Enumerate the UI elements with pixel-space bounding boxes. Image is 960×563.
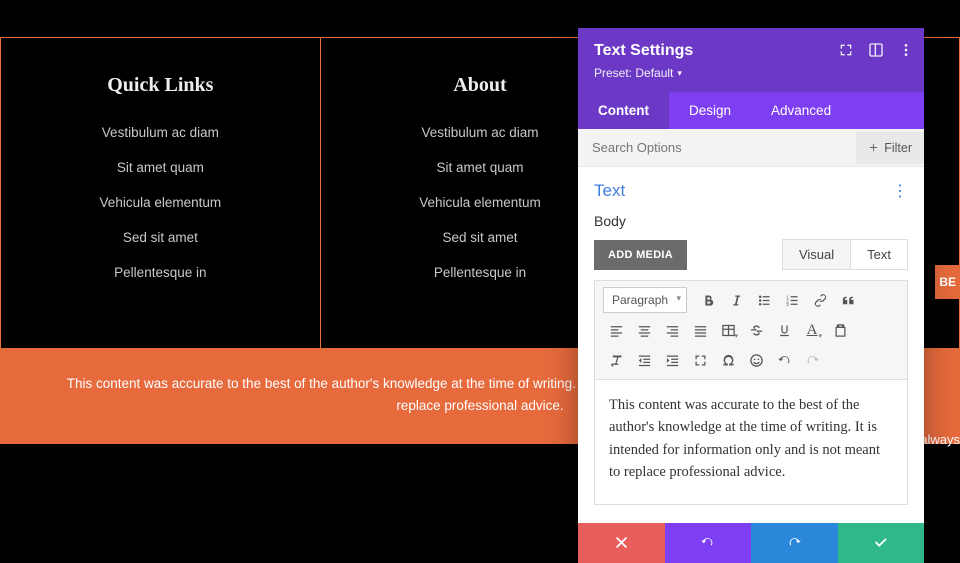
- modal-body: Text ⋮ Body ADD MEDIA Visual Text Paragr…: [578, 167, 924, 523]
- align-justify-icon: [693, 323, 708, 338]
- paste-icon: [833, 323, 848, 338]
- outdent-icon: [637, 353, 652, 368]
- footer-link[interactable]: Pellentesque in: [11, 265, 310, 280]
- modal-footer: [578, 523, 924, 563]
- save-button[interactable]: [838, 523, 925, 563]
- body-label: Body: [594, 213, 908, 229]
- paste-button[interactable]: [827, 317, 853, 343]
- search-input[interactable]: [578, 129, 856, 166]
- bold-button[interactable]: [695, 287, 721, 313]
- footer-link[interactable]: Vehicula elementum: [11, 195, 310, 210]
- snap-icon[interactable]: [868, 42, 884, 58]
- always-text-peek: always: [920, 432, 960, 447]
- blockquote-button[interactable]: [835, 287, 861, 313]
- preset-dropdown[interactable]: Preset: Default ▾: [594, 66, 908, 80]
- bullet-list-icon: [757, 293, 772, 308]
- expand-icon[interactable]: [838, 42, 854, 58]
- paragraph-select[interactable]: Paragraph: [603, 287, 687, 313]
- undo-button[interactable]: [771, 347, 797, 373]
- svg-text:3: 3: [786, 302, 789, 307]
- numbered-list-icon: 123: [785, 293, 800, 308]
- close-icon: [614, 535, 629, 550]
- table-icon: [721, 323, 736, 338]
- editor-toolbar: Paragraph 123 ▾ A▾: [594, 280, 908, 379]
- align-justify-button[interactable]: [687, 317, 713, 343]
- chevron-down-icon: ▾: [677, 68, 682, 79]
- special-char-button[interactable]: [715, 347, 741, 373]
- outdent-button[interactable]: [631, 347, 657, 373]
- text-color-a-icon: A: [807, 322, 818, 339]
- strikethrough-icon: [749, 323, 764, 338]
- undo-icon: [700, 535, 715, 550]
- kebab-menu-icon[interactable]: [898, 42, 914, 58]
- editor-mode-tabs: Visual Text: [782, 239, 908, 270]
- smile-icon: [749, 353, 764, 368]
- footer-link[interactable]: Vestibulum ac diam: [11, 125, 310, 140]
- undo-action-button[interactable]: [665, 523, 752, 563]
- tab-design[interactable]: Design: [669, 92, 751, 129]
- footer-col-quick-links: Quick Links Vestibulum ac diam Sit amet …: [1, 38, 321, 348]
- search-row: Filter: [578, 129, 924, 167]
- text-settings-modal: Text Settings Preset: Default▾ Content D…: [578, 28, 924, 563]
- link-icon: [813, 293, 828, 308]
- align-left-icon: [609, 323, 624, 338]
- link-button[interactable]: [807, 287, 833, 313]
- undo-icon: [777, 353, 792, 368]
- clear-format-icon: [609, 353, 624, 368]
- subscribe-button-peek[interactable]: BE: [935, 265, 960, 299]
- tab-advanced[interactable]: Advanced: [751, 92, 851, 129]
- numbered-list-button[interactable]: 123: [779, 287, 805, 313]
- plus-icon: [868, 142, 879, 153]
- editor-textarea[interactable]: This content was accurate to the best of…: [594, 379, 908, 505]
- underline-button[interactable]: [771, 317, 797, 343]
- filter-label: Filter: [884, 141, 912, 155]
- filter-button[interactable]: Filter: [856, 132, 924, 164]
- quote-icon: [841, 293, 856, 308]
- section-kebab-icon[interactable]: ⋮: [892, 181, 908, 201]
- italic-icon: [729, 293, 744, 308]
- redo-action-button[interactable]: [751, 523, 838, 563]
- editor-mode-visual[interactable]: Visual: [783, 240, 850, 269]
- redo-icon: [805, 353, 820, 368]
- discard-button[interactable]: [578, 523, 665, 563]
- align-center-icon: [637, 323, 652, 338]
- omega-icon: [721, 353, 736, 368]
- align-center-button[interactable]: [631, 317, 657, 343]
- indent-button[interactable]: [659, 347, 685, 373]
- align-right-button[interactable]: [659, 317, 685, 343]
- fullscreen-button[interactable]: [687, 347, 713, 373]
- bold-icon: [701, 293, 716, 308]
- tab-content[interactable]: Content: [578, 92, 669, 129]
- align-left-button[interactable]: [603, 317, 629, 343]
- chevron-down-icon: ▾: [734, 332, 738, 340]
- table-button[interactable]: ▾: [715, 317, 741, 343]
- fullscreen-icon: [693, 353, 708, 368]
- emoji-button[interactable]: [743, 347, 769, 373]
- preset-label: Preset: Default: [594, 66, 673, 80]
- italic-button[interactable]: [723, 287, 749, 313]
- redo-button[interactable]: [799, 347, 825, 373]
- clear-formatting-button[interactable]: [603, 347, 629, 373]
- redo-icon: [787, 535, 802, 550]
- indent-icon: [665, 353, 680, 368]
- modal-header[interactable]: Text Settings Preset: Default▾: [578, 28, 924, 92]
- editor-mode-text[interactable]: Text: [850, 240, 907, 269]
- text-color-button[interactable]: A▾: [799, 317, 825, 343]
- underline-icon: [777, 323, 792, 338]
- add-media-button[interactable]: ADD MEDIA: [594, 240, 687, 270]
- section-title-text[interactable]: Text: [594, 181, 625, 201]
- chevron-down-icon: ▾: [818, 332, 822, 340]
- footer-col-title: Quick Links: [11, 74, 310, 97]
- modal-tabs: Content Design Advanced: [578, 92, 924, 129]
- bullet-list-button[interactable]: [751, 287, 777, 313]
- footer-link[interactable]: Sit amet quam: [11, 160, 310, 175]
- strikethrough-button[interactable]: [743, 317, 769, 343]
- footer-link[interactable]: Sed sit amet: [11, 230, 310, 245]
- align-right-icon: [665, 323, 680, 338]
- check-icon: [873, 535, 888, 550]
